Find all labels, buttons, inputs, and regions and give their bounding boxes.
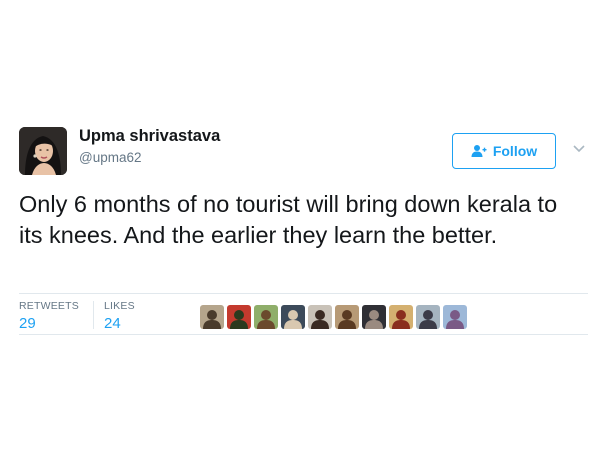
liker-avatar[interactable] [443,305,467,329]
liker-avatar[interactable] [200,305,224,329]
liker-avatar[interactable] [281,305,305,329]
liker-avatars [200,305,467,329]
add-user-icon [471,144,487,158]
likes-count: 24 [104,315,121,332]
liker-avatar[interactable] [389,305,413,329]
liker-avatar-icon [227,305,251,329]
liker-avatar[interactable] [362,305,386,329]
liker-avatar[interactable] [308,305,332,329]
retweets-label: RETWEETS [19,300,79,312]
liker-avatar[interactable] [227,305,251,329]
liker-avatar[interactable] [416,305,440,329]
tweet-card: Upma shrivastava @upma62 Follow Only 6 m… [0,0,600,450]
more-options-chevron-down-icon[interactable] [571,143,587,155]
liker-avatar-icon [443,305,467,329]
author-handle[interactable]: @upma62 [79,150,142,165]
liker-avatar[interactable] [254,305,278,329]
likes-stat[interactable]: LIKES 24 [104,300,135,332]
follow-button[interactable]: Follow [452,133,556,169]
profile-photo-icon [19,127,67,175]
liker-avatar-icon [362,305,386,329]
liker-avatar-icon [254,305,278,329]
divider [19,334,588,335]
likes-label: LIKES [104,300,135,312]
follow-button-label: Follow [492,143,538,159]
stats-separator [93,301,94,329]
liker-avatar-icon [200,305,224,329]
liker-avatar-icon [308,305,332,329]
retweets-stat[interactable]: RETWEETS 29 [19,300,79,332]
liker-avatar-icon [416,305,440,329]
tweet-text: Only 6 months of no tourist will bring d… [19,191,558,248]
divider [19,293,588,294]
liker-avatar[interactable] [335,305,359,329]
liker-avatar-icon [335,305,359,329]
author-avatar[interactable] [19,127,67,175]
author-display-name[interactable]: Upma shrivastava [79,127,220,146]
retweets-count: 29 [19,315,36,332]
liker-avatar-icon [281,305,305,329]
liker-avatar-icon [389,305,413,329]
